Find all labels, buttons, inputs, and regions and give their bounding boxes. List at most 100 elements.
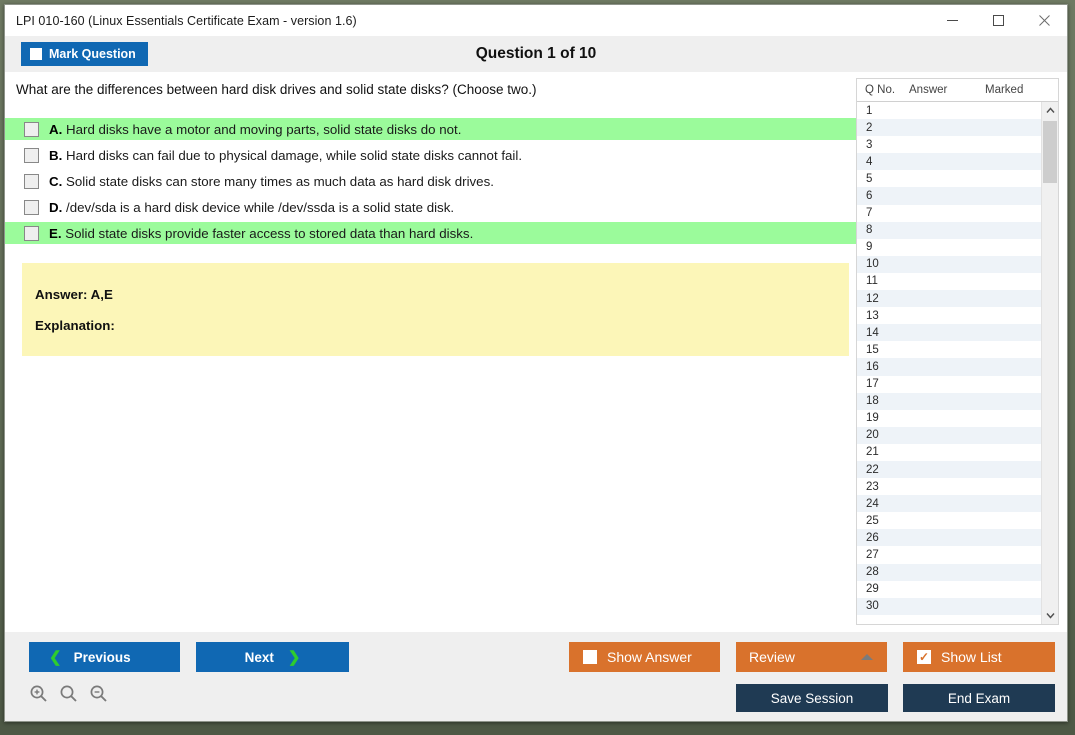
title-bar: LPI 010-160 (Linux Essentials Certificat… — [5, 5, 1067, 36]
question-number-cell: 4 — [866, 155, 873, 168]
question-number-cell: 28 — [866, 566, 879, 579]
question-number-cell: 29 — [866, 583, 879, 596]
save-session-button[interactable]: Save Session — [736, 684, 888, 712]
question-list-scrollbar[interactable] — [1041, 102, 1058, 624]
question-list-row[interactable]: 30 — [857, 597, 1041, 615]
option-checkbox-b[interactable] — [24, 147, 39, 163]
scroll-up-arrow-icon[interactable] — [1042, 102, 1058, 119]
question-list-row[interactable]: 17 — [857, 375, 1041, 393]
question-list-row[interactable]: 16 — [857, 358, 1041, 376]
maximize-button[interactable] — [975, 5, 1021, 36]
question-number-cell: 27 — [866, 548, 879, 561]
show-answer-checkbox[interactable] — [583, 650, 597, 664]
question-number-cell: 14 — [866, 326, 879, 339]
question-list-row[interactable]: 18 — [857, 392, 1041, 410]
question-list-row[interactable]: 25 — [857, 512, 1041, 530]
window-controls — [929, 5, 1067, 36]
chevron-left-icon: ❮ — [49, 648, 62, 666]
option-checkbox-e[interactable] — [24, 225, 39, 241]
question-list-row[interactable]: 11 — [857, 272, 1041, 291]
question-number-cell: 3 — [866, 138, 873, 151]
question-number-cell: 26 — [866, 531, 879, 544]
minimize-button[interactable] — [929, 5, 975, 36]
main-content-area: What are the differences between hard di… — [5, 72, 1067, 632]
zoom-in-icon[interactable] — [29, 684, 48, 708]
answer-explanation-panel: Answer: A,E Explanation: — [22, 263, 849, 356]
question-number-cell: 19 — [866, 412, 879, 425]
option-letter-e: E. — [49, 225, 62, 241]
question-list-row[interactable]: 23 — [857, 478, 1041, 496]
question-list-row[interactable]: 29 — [857, 580, 1041, 598]
question-list-row[interactable]: 5 — [857, 170, 1041, 188]
question-list-row[interactable]: 8 — [857, 221, 1041, 239]
zoom-out-icon[interactable] — [89, 684, 108, 708]
question-list-row[interactable]: 21 — [857, 443, 1041, 461]
answer-options-list: A. Hard disks have a motor and moving pa… — [5, 118, 856, 244]
show-list-checkbox[interactable]: ✓ — [917, 650, 931, 664]
question-list-row[interactable]: 12 — [857, 290, 1041, 308]
question-number-cell: 30 — [866, 600, 879, 613]
show-answer-button[interactable]: Show Answer — [569, 642, 720, 672]
question-list-row[interactable]: 28 — [857, 563, 1041, 581]
end-exam-button[interactable]: End Exam — [903, 684, 1055, 712]
mark-question-button[interactable]: Mark Question — [21, 42, 148, 66]
question-list-row[interactable]: 22 — [857, 460, 1041, 479]
question-number-cell: 23 — [866, 480, 879, 493]
option-text-c: Solid state disks can store many times a… — [66, 173, 494, 189]
question-list-row[interactable]: 2 — [857, 119, 1041, 137]
question-list-row[interactable]: 1 — [857, 102, 1041, 120]
question-list-row[interactable]: 15 — [857, 341, 1041, 359]
close-button[interactable] — [1021, 5, 1067, 36]
question-list-row[interactable]: 9 — [857, 238, 1041, 256]
chevron-right-icon: ❯ — [287, 648, 301, 666]
chevron-up-icon — [861, 654, 873, 660]
question-list-row[interactable]: 24 — [857, 495, 1041, 513]
question-list-row[interactable]: 13 — [857, 307, 1041, 325]
question-list-row[interactable]: 26 — [857, 529, 1041, 547]
question-list-row[interactable]: 4 — [857, 153, 1041, 171]
question-number-cell: 11 — [866, 275, 878, 288]
review-label: Review — [749, 649, 795, 665]
option-label-b: B. Hard disks can fail due to physical d… — [49, 148, 522, 163]
option-row-c[interactable]: C. Solid state disks can store many time… — [5, 170, 856, 192]
exam-application-window: LPI 010-160 (Linux Essentials Certificat… — [4, 4, 1068, 722]
next-button[interactable]: Next ❯ — [196, 642, 349, 672]
option-checkbox-a[interactable] — [24, 121, 39, 137]
review-dropdown[interactable]: Review — [736, 642, 887, 672]
show-list-button[interactable]: ✓ Show List — [903, 642, 1055, 672]
question-list-row[interactable]: 3 — [857, 136, 1041, 154]
option-letter-d: D. — [49, 199, 63, 215]
question-list-row[interactable]: 20 — [857, 426, 1041, 444]
option-label-e: E. Solid state disks provide faster acce… — [49, 226, 473, 241]
option-text-a: Hard disks have a motor and moving parts… — [66, 121, 462, 137]
question-number-cell: 24 — [866, 497, 879, 510]
option-checkbox-d[interactable] — [24, 199, 39, 215]
option-row-b[interactable]: B. Hard disks can fail due to physical d… — [5, 144, 856, 166]
option-letter-c: C. — [49, 173, 63, 189]
option-checkbox-c[interactable] — [24, 173, 39, 189]
mark-question-checkbox[interactable] — [30, 48, 42, 60]
question-list-row[interactable]: 6 — [857, 187, 1041, 205]
show-answer-label: Show Answer — [607, 649, 692, 665]
question-list-scroll-area: 1 2 3 4 5 6 7 8 9 10 11 12 13 14 15 16 17 18 19 20 21 22 23 24 2… — [857, 102, 1058, 624]
option-row-e[interactable]: E. Solid state disks provide faster acce… — [5, 222, 856, 244]
save-session-label: Save Session — [770, 690, 854, 706]
option-row-a[interactable]: A. Hard disks have a motor and moving pa… — [5, 118, 856, 140]
question-list-row[interactable]: 10 — [857, 255, 1041, 273]
question-list-row[interactable]: 27 — [857, 546, 1041, 564]
zoom-reset-icon[interactable] — [59, 684, 78, 708]
previous-button[interactable]: ❮ Previous — [29, 642, 180, 672]
question-list-row[interactable]: 7 — [857, 204, 1041, 222]
option-text-b: Hard disks can fail due to physical dama… — [66, 147, 523, 163]
question-list-row[interactable]: 14 — [857, 324, 1041, 342]
scroll-down-arrow-icon[interactable] — [1042, 607, 1058, 624]
scrollbar-thumb[interactable] — [1043, 121, 1057, 183]
question-list-row[interactable]: 19 — [857, 409, 1041, 427]
question-number-cell: 7 — [866, 207, 873, 220]
option-text-d: /dev/sda is a hard disk device while /de… — [66, 199, 455, 215]
question-stem: What are the differences between hard di… — [16, 82, 537, 97]
question-list-rows: 1 2 3 4 5 6 7 8 9 10 11 12 13 14 15 16 17 18 19 20 21 22 23 24 2… — [857, 102, 1041, 624]
option-label-d: D. /dev/sda is a hard disk device while … — [49, 200, 454, 215]
option-row-d[interactable]: D. /dev/sda is a hard disk device while … — [5, 196, 856, 218]
question-number-cell: 9 — [866, 241, 873, 254]
